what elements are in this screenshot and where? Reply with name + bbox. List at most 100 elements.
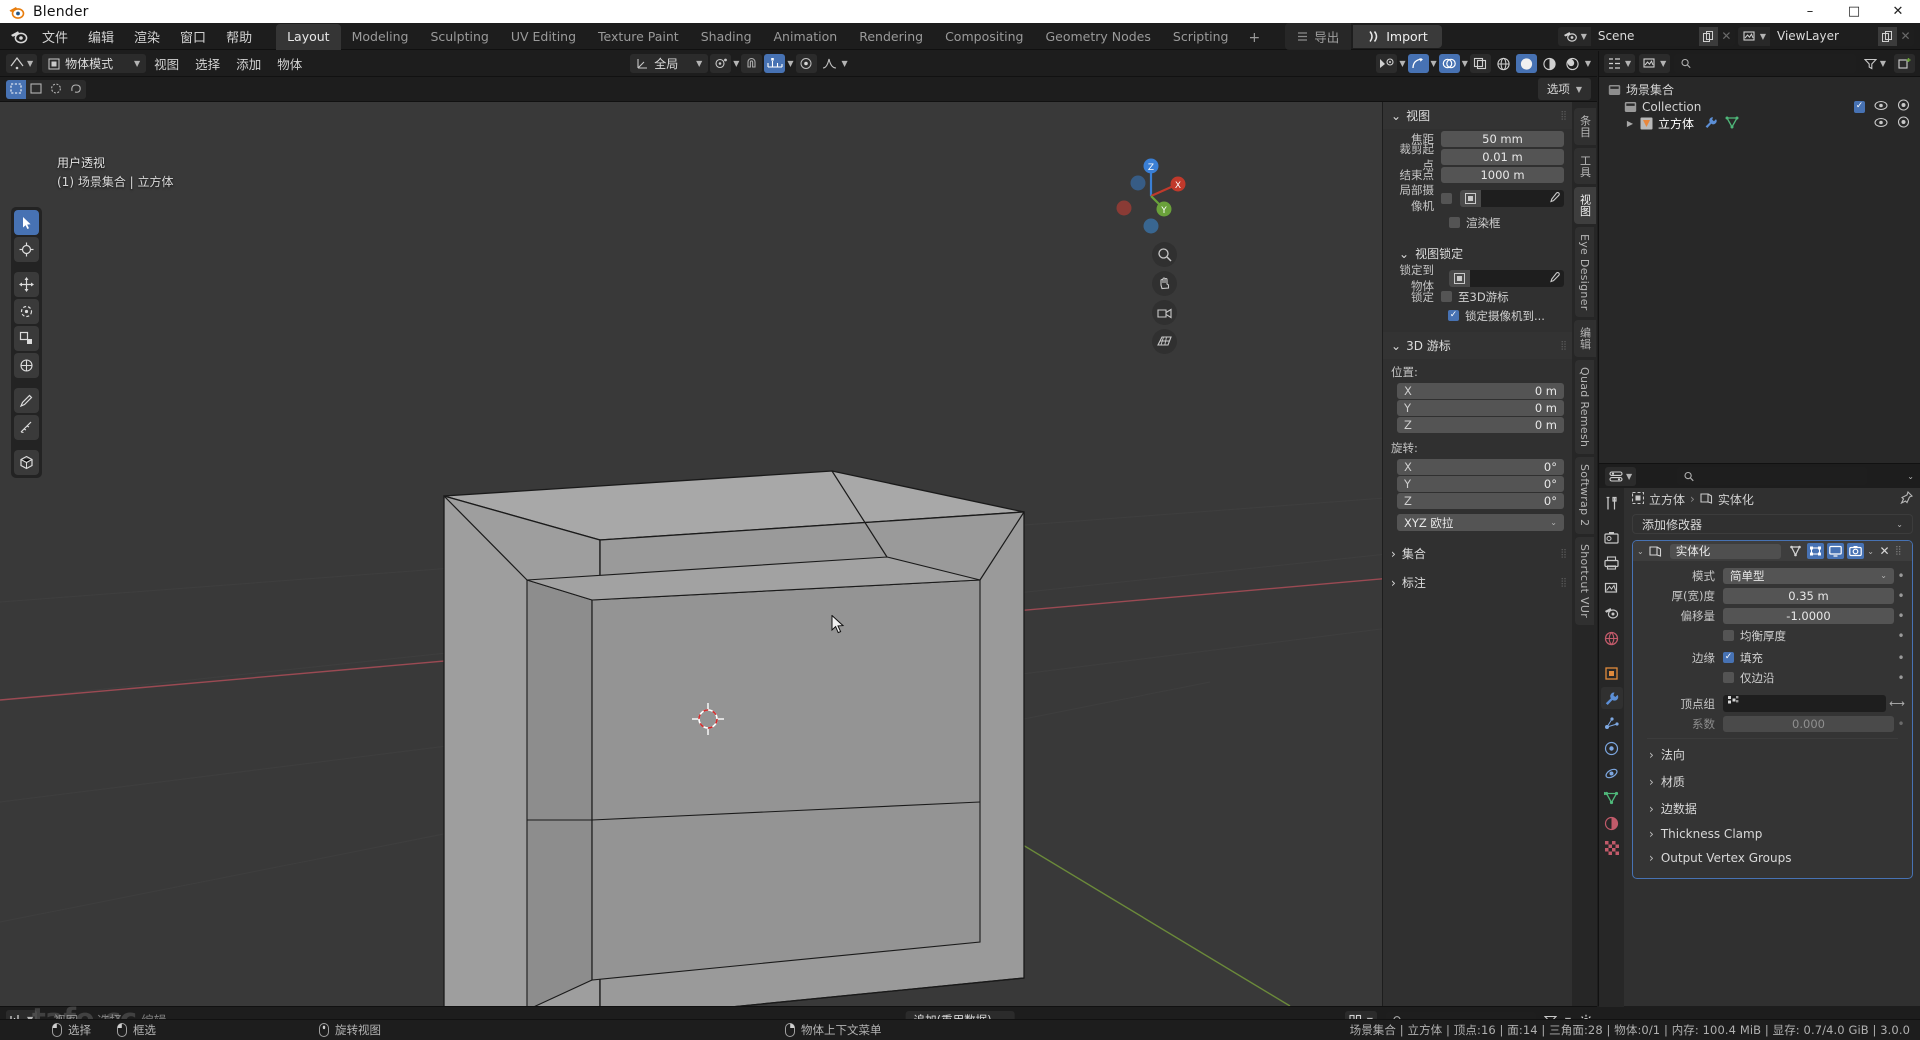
lock-to-object-field[interactable]: [1449, 269, 1564, 287]
tool-rotate[interactable]: [14, 299, 39, 324]
tool-scale[interactable]: [14, 326, 39, 351]
select-lasso-button[interactable]: [66, 80, 86, 99]
zoom-icon[interactable]: [1152, 242, 1177, 267]
modifier-section-edge-data[interactable]: › 边数据: [1637, 795, 1908, 822]
npanel-annotations-header[interactable]: › 标注 ⣿: [1383, 568, 1572, 597]
properties-tab-output[interactable]: [1601, 552, 1623, 574]
cursor-loc-x-field[interactable]: X 0 m: [1397, 383, 1564, 399]
falloff-curve-icon[interactable]: [819, 54, 840, 73]
tool-transform[interactable]: [14, 353, 39, 378]
vertex-group-field[interactable]: [1723, 695, 1886, 712]
chevron-down-icon[interactable]: ⌄: [1637, 547, 1644, 556]
add-modifier-button[interactable]: 添加修改器 ⌄: [1632, 514, 1913, 534]
menu-help[interactable]: 帮助: [217, 24, 261, 49]
ortho-persp-toggle-icon[interactable]: [1152, 329, 1177, 354]
camera-render-icon[interactable]: [1897, 116, 1910, 131]
tab-layout[interactable]: Layout: [276, 23, 341, 50]
visibility-gizmo-button[interactable]: [1376, 54, 1398, 73]
collection-checkbox[interactable]: [1854, 100, 1865, 113]
select-circle-button[interactable]: [46, 80, 66, 99]
properties-tab-scene[interactable]: [1601, 602, 1623, 624]
chevron-down-icon[interactable]: ▼: [1462, 59, 1468, 68]
menu-file[interactable]: 文件: [33, 24, 77, 49]
invert-vertex-group-icon[interactable]: ⟷: [1886, 697, 1908, 710]
outliner-row-collection[interactable]: Collection: [1599, 98, 1920, 115]
animate-property-dot[interactable]: •: [1894, 651, 1908, 665]
camera-view-icon[interactable]: [1152, 300, 1177, 325]
tool-annotate[interactable]: [14, 388, 39, 413]
tab-sculpting[interactable]: Sculpting: [419, 24, 499, 50]
local-camera-field[interactable]: [1460, 189, 1564, 207]
modifier-section-materials[interactable]: › 材质: [1637, 768, 1908, 795]
viewport-menu-object[interactable]: 物体: [269, 52, 310, 75]
render-region-checkbox[interactable]: [1449, 217, 1460, 228]
modifier-section-thickness-clamp[interactable]: › Thickness Clamp: [1637, 822, 1908, 846]
tab-compositing[interactable]: Compositing: [934, 24, 1034, 50]
tool-cursor[interactable]: [14, 237, 39, 262]
eyedropper-icon[interactable]: [1544, 192, 1564, 204]
transform-orientation-selector[interactable]: 全局 ▼: [630, 54, 709, 73]
clip-start-field[interactable]: 0.01 m: [1441, 149, 1564, 165]
scene-browse-icon[interactable]: ▼: [1557, 26, 1591, 46]
modifier-extras-chevron-icon[interactable]: ⌄: [1867, 547, 1874, 556]
animate-property-dot[interactable]: •: [1894, 609, 1908, 623]
chevron-down-icon[interactable]: ▼: [1399, 59, 1405, 68]
snap-magnet-button[interactable]: [741, 54, 763, 73]
editor-type-button[interactable]: ▼: [6, 54, 38, 73]
cursor-loc-y-field[interactable]: Y 0 m: [1397, 400, 1564, 416]
properties-tab-render[interactable]: [1601, 527, 1623, 549]
properties-tab-particles[interactable]: [1601, 712, 1623, 734]
chevron-down-icon[interactable]: ▼: [1585, 59, 1591, 68]
viewport-options-button[interactable]: 选项 ▼: [1537, 78, 1591, 100]
tab-shading[interactable]: Shading: [690, 24, 763, 50]
gizmo-toggle-button[interactable]: [1407, 54, 1429, 73]
pan-hand-icon[interactable]: [1152, 271, 1177, 296]
outliner-search-field[interactable]: [1697, 56, 1849, 71]
shading-rendered-button[interactable]: [1562, 54, 1583, 73]
npanel-tab-item[interactable]: 条目: [1573, 108, 1596, 145]
menu-window[interactable]: 窗口: [171, 24, 215, 49]
menu-render[interactable]: 渲染: [125, 24, 169, 49]
wrench-icon[interactable]: [1704, 116, 1718, 132]
shading-solid-button[interactable]: [1515, 54, 1537, 73]
eyedropper-icon[interactable]: [1544, 272, 1564, 284]
npanel-tab-eye-designer[interactable]: Eye Designer: [1575, 226, 1594, 318]
outliner-display-mode-button[interactable]: ▼: [1639, 54, 1671, 73]
lock-to-cursor-checkbox[interactable]: [1441, 291, 1452, 302]
add-workspace-button[interactable]: +: [1239, 26, 1269, 50]
offset-field[interactable]: -1.0000: [1723, 607, 1894, 624]
rim-fill-checkbox[interactable]: [1723, 652, 1734, 663]
scene-selector[interactable]: ▼ Scene ✕: [1557, 26, 1735, 46]
delete-modifier-button[interactable]: ✕: [1877, 544, 1892, 558]
properties-tab-constraints[interactable]: [1601, 762, 1623, 784]
interaction-mode-selector[interactable]: 物体模式 ▼: [42, 54, 147, 73]
modifier-section-normals[interactable]: › 法向: [1637, 741, 1908, 768]
animate-property-dot[interactable]: •: [1894, 589, 1908, 603]
scene-name-field[interactable]: Scene: [1590, 26, 1699, 46]
tool-select-box[interactable]: [14, 210, 39, 235]
npanel-view-section-header[interactable]: ⌄ 视图 ⣿: [1383, 102, 1572, 129]
tool-measure[interactable]: [14, 415, 39, 440]
npanel-tab-softwrap2[interactable]: Softwrap 2: [1575, 457, 1594, 534]
breadcrumb-modifier-label[interactable]: 实体化: [1718, 491, 1754, 508]
mesh-data-icon[interactable]: [1725, 116, 1739, 132]
properties-tab-physics[interactable]: [1601, 737, 1623, 759]
minimize-button[interactable]: –: [1788, 0, 1832, 23]
properties-editor-type-button[interactable]: ▼: [1605, 466, 1637, 486]
eye-icon[interactable]: [1874, 117, 1888, 131]
viewport-menu-select[interactable]: 选择: [187, 52, 228, 75]
chevron-down-icon[interactable]: ▼: [1431, 59, 1437, 68]
outliner-filter-button[interactable]: ▼: [1860, 54, 1890, 73]
camera-render-icon[interactable]: [1897, 99, 1910, 114]
breadcrumb-object-label[interactable]: 立方体: [1649, 491, 1685, 508]
even-thickness-checkbox[interactable]: [1723, 630, 1734, 641]
expand-triangle-icon[interactable]: ▶: [1599, 119, 1637, 128]
outliner-row-cube[interactable]: ▶ 立方体: [1599, 115, 1920, 132]
outliner-search-input[interactable]: [1674, 54, 1856, 73]
modifier-section-output-vertex-groups[interactable]: › Output Vertex Groups: [1637, 846, 1908, 870]
properties-tab-tool[interactable]: [1601, 492, 1623, 514]
viewport-menu-add[interactable]: 添加: [228, 52, 269, 75]
properties-tab-material[interactable]: [1601, 812, 1623, 834]
properties-tab-view-layer[interactable]: [1601, 577, 1623, 599]
animate-property-dot[interactable]: •: [1894, 671, 1908, 685]
